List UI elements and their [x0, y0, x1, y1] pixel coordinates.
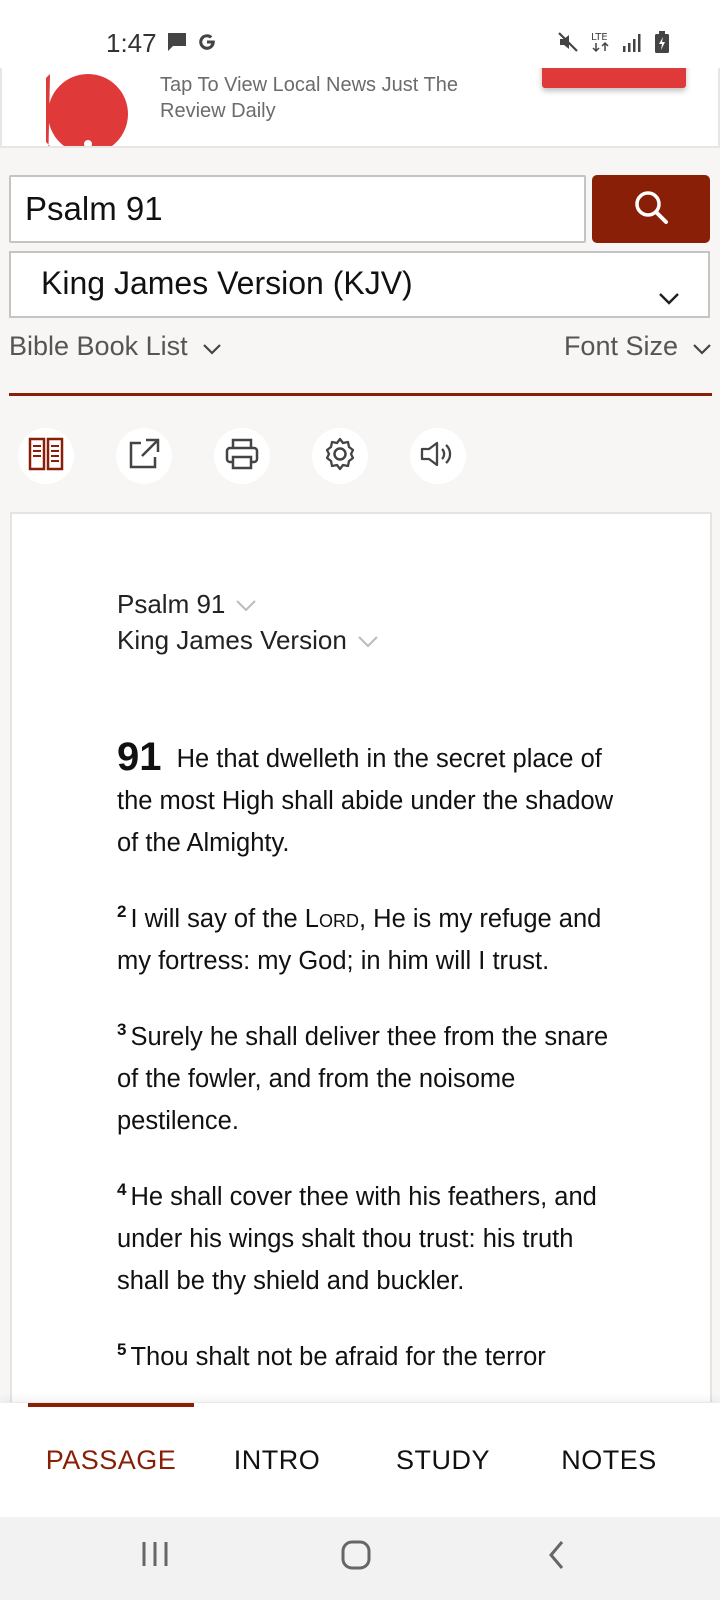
system-nav-bar: [0, 1517, 720, 1600]
verse-4: 4 He shall cover thee with his feathers, …: [117, 1169, 617, 1302]
chevron-down-icon: [692, 331, 712, 362]
parallel-icon: [27, 435, 65, 478]
home-icon: [340, 1539, 372, 1576]
lte-text: LTE: [591, 32, 608, 43]
version-select-value: King James Version (KJV): [41, 265, 413, 301]
tab-intro[interactable]: INTRO: [194, 1403, 360, 1517]
audio-icon: [419, 439, 457, 474]
chapter-number: 91: [117, 735, 162, 779]
passage-header: Psalm 91 King James Version: [117, 586, 379, 658]
verse-number: 4: [117, 1180, 127, 1199]
ad-cta-button[interactable]: [542, 68, 686, 88]
share-button[interactable]: [116, 428, 172, 484]
battery-icon: [654, 30, 670, 57]
font-size-link[interactable]: Font Size: [564, 331, 712, 362]
recent-apps-button[interactable]: [140, 1539, 170, 1574]
passage-reference-dropdown[interactable]: Psalm 91: [117, 586, 379, 622]
passage-toolbar: [18, 428, 466, 484]
verse-number: 3: [117, 1020, 127, 1039]
verse-number: 5: [117, 1340, 127, 1359]
chevron-down-icon: [658, 277, 680, 314]
passage-panel: Psalm 91 King James Version 91 He that d…: [10, 512, 712, 1402]
chevron-down-icon: [357, 622, 379, 658]
bottom-tabs: PASSAGE INTRO STUDY NOTES: [0, 1403, 720, 1517]
bible-book-list-link[interactable]: Bible Book List: [9, 331, 222, 362]
header-divider: [9, 393, 712, 396]
links-row: Bible Book List Font Size: [9, 331, 712, 371]
tab-study[interactable]: STUDY: [360, 1403, 526, 1517]
font-size-label: Font Size: [563, 331, 678, 361]
verse-number: 2: [117, 902, 127, 921]
chevron-down-icon: [202, 331, 222, 362]
back-icon: [546, 1539, 568, 1576]
status-right-icons: LTE: [556, 30, 670, 57]
verse-3: 3 Surely he shall deliver thee from the s…: [117, 1009, 617, 1142]
settings-icon: [322, 436, 358, 477]
verse-text: I will say of the: [130, 905, 305, 933]
tab-passage[interactable]: PASSAGE: [28, 1403, 194, 1517]
recent-apps-icon: [140, 1539, 170, 1574]
status-bar: 1:47 LTE: [0, 0, 720, 70]
search-input[interactable]: [9, 175, 586, 243]
settings-button[interactable]: [312, 428, 368, 484]
chevron-down-icon: [235, 586, 257, 622]
verse-text: He shall cover thee with his feathers, a…: [117, 1183, 597, 1295]
lte-icon: LTE: [590, 30, 612, 57]
verse-1: 91 He that dwelleth in the secret place …: [117, 736, 617, 864]
message-icon: [166, 31, 188, 58]
passage-version-dropdown[interactable]: King James Version: [117, 622, 379, 658]
signal-icon: [622, 31, 644, 56]
audio-button[interactable]: [410, 428, 466, 484]
lord-small-caps: Lord: [304, 905, 359, 933]
google-icon: [196, 31, 218, 58]
version-select[interactable]: King James Version (KJV): [9, 251, 710, 318]
status-time: 1:47: [106, 28, 157, 58]
verse-5: 5 Thou shalt not be afraid for the terror: [117, 1329, 617, 1378]
tab-notes[interactable]: NOTES: [526, 1403, 692, 1517]
passage-reference: Psalm 91: [117, 589, 226, 619]
ad-text: Tap To View Local News Just The Review D…: [160, 74, 458, 122]
status-left-icons: [166, 31, 218, 58]
bible-book-list-label: Bible Book List: [9, 331, 188, 361]
share-icon: [127, 437, 161, 476]
verse-2: 2I will say of the Lord, He is my refuge…: [117, 891, 617, 982]
verse-text: Surely he shall deliver thee from the sn…: [117, 1023, 609, 1135]
verses: 91 He that dwelleth in the secret place …: [117, 736, 617, 1402]
search-icon: [633, 189, 669, 230]
search-button[interactable]: [592, 175, 710, 243]
verse-text: He that dwelleth in the secret place of …: [117, 745, 614, 857]
ad-banner[interactable]: Tap To View Local News Just The Review D…: [0, 68, 720, 148]
ad-logo-icon: [34, 68, 130, 146]
home-button[interactable]: [340, 1539, 372, 1576]
parallel-button[interactable]: [18, 428, 74, 484]
print-icon: [224, 437, 260, 476]
passage-version: King James Version: [117, 625, 347, 655]
print-button[interactable]: [214, 428, 270, 484]
verse-text: Thou shalt not be afraid for the terror: [130, 1343, 546, 1371]
back-button[interactable]: [546, 1539, 568, 1576]
mute-icon: [556, 30, 580, 57]
